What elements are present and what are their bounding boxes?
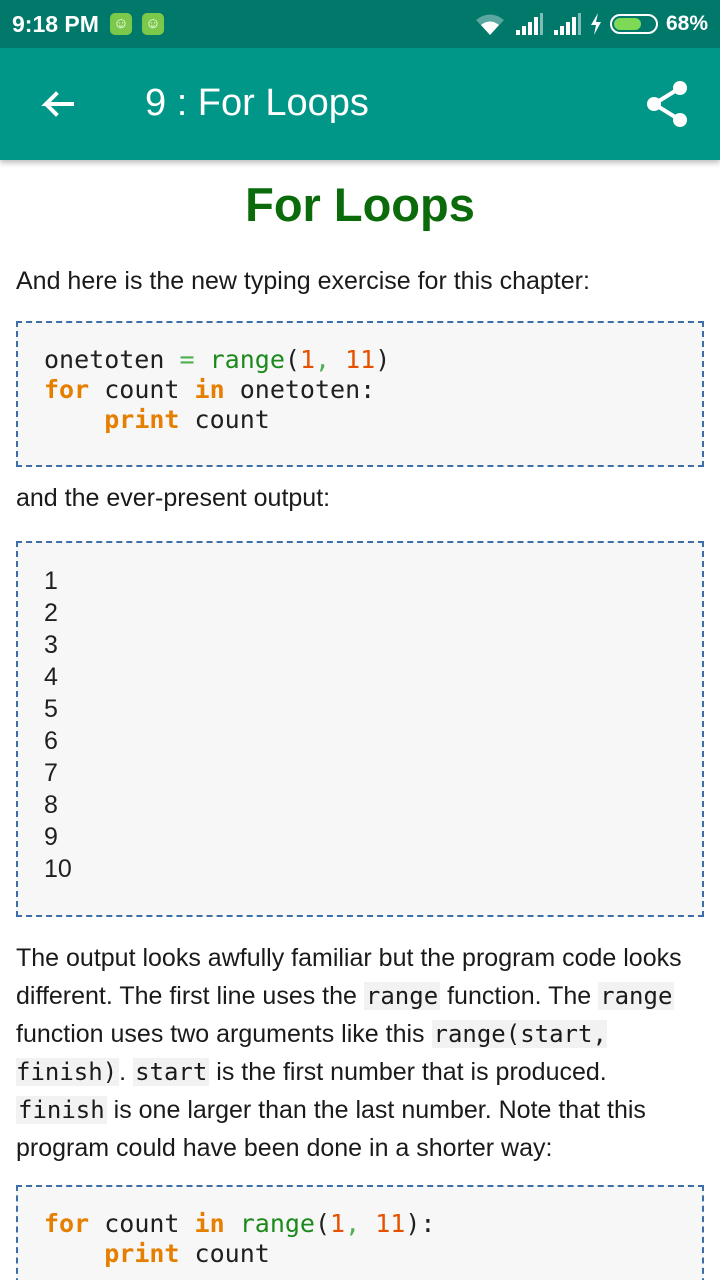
app-bar-title: 9 : For Loops xyxy=(145,82,369,124)
output-line: 2 xyxy=(44,599,58,627)
arrow-left-icon xyxy=(41,91,74,117)
code-token: print xyxy=(104,405,180,434)
code-token: ( xyxy=(284,345,300,374)
code-token: 1 xyxy=(299,345,315,374)
status-bar: 9:18 PM ☺ ☺ 68% xyxy=(0,0,720,48)
notification-cat-icon: ☺ xyxy=(110,13,132,35)
code-token: count xyxy=(104,1209,180,1238)
code-token: 11 xyxy=(375,1209,406,1238)
share-icon xyxy=(647,81,687,127)
output-line: 3 xyxy=(44,631,58,659)
inline-code: range xyxy=(598,982,675,1010)
code-token: = xyxy=(179,345,195,374)
code-token: count xyxy=(194,405,270,434)
code-token: in xyxy=(194,375,225,404)
chapter-content[interactable]: For Loops And here is the new typing exe… xyxy=(0,160,720,1280)
code-token: range xyxy=(239,1209,315,1238)
output-intro: and the ever-present output: xyxy=(16,484,331,512)
app-bar: 9 : For Loops xyxy=(0,48,720,160)
output-line: 4 xyxy=(44,663,58,691)
wifi-icon xyxy=(475,14,504,35)
text-run: is the first number that is produced. xyxy=(216,1058,607,1086)
inline-code: range xyxy=(363,982,441,1010)
output-line: 1 xyxy=(44,567,58,595)
code-token: ( xyxy=(314,1209,331,1238)
intro-paragraph: And here is the new typing exercise for … xyxy=(16,267,590,295)
code-token: 11 xyxy=(345,345,376,374)
inline-code: finish xyxy=(16,1096,107,1124)
code-token: ): xyxy=(405,1209,436,1238)
back-button[interactable] xyxy=(28,78,84,134)
code-token: print xyxy=(104,1239,180,1268)
text-run: is one larger than the last number. Note… xyxy=(16,1096,646,1162)
explanation-paragraph: The output looks awfully familiar but th… xyxy=(16,939,704,1167)
output-line: 7 xyxy=(44,759,58,787)
code-block-exercise: onetoten = range(1, 11) for count in one… xyxy=(16,321,704,467)
code-token: onetoten: xyxy=(239,375,376,404)
text-run: function uses two arguments like this xyxy=(16,1020,425,1048)
text-run: function. The xyxy=(447,982,592,1010)
signal-icon xyxy=(553,13,581,35)
charging-bolt-icon xyxy=(590,13,601,35)
share-button[interactable] xyxy=(640,78,696,134)
code-token: ) xyxy=(375,345,391,374)
code-token: onetoten xyxy=(44,345,165,374)
battery-icon xyxy=(609,14,658,34)
inline-code: start xyxy=(133,1058,210,1086)
code-token: , xyxy=(345,1209,361,1238)
code-token: in xyxy=(194,1209,225,1238)
status-time: 9:18 PM xyxy=(12,11,99,37)
output-line: 9 xyxy=(44,823,58,851)
code-token: , xyxy=(315,345,331,374)
output-line: 6 xyxy=(44,727,58,755)
battery-percent: 68% xyxy=(665,12,708,35)
page-heading: For Loops xyxy=(245,178,475,231)
status-indicators: 68% xyxy=(474,8,708,40)
output-line: 5 xyxy=(44,695,58,723)
text-run: . xyxy=(119,1058,127,1086)
code-token: for xyxy=(44,375,90,404)
notification-cat-icon: ☺ xyxy=(142,13,164,35)
output-block: 1 2 3 4 5 6 7 8 9 10 xyxy=(16,541,704,917)
battery-level xyxy=(613,18,642,30)
code-token: 1 xyxy=(330,1209,346,1238)
code-token: count xyxy=(104,375,180,404)
code-token: count xyxy=(194,1239,270,1268)
code-token: range xyxy=(209,345,285,374)
code-block-shorter: for count in range(1, 11): print count xyxy=(16,1185,704,1280)
output-line: 10 xyxy=(44,855,72,883)
output-line: 8 xyxy=(44,791,58,819)
signal-icon xyxy=(515,13,543,35)
code-token: for xyxy=(44,1209,90,1238)
